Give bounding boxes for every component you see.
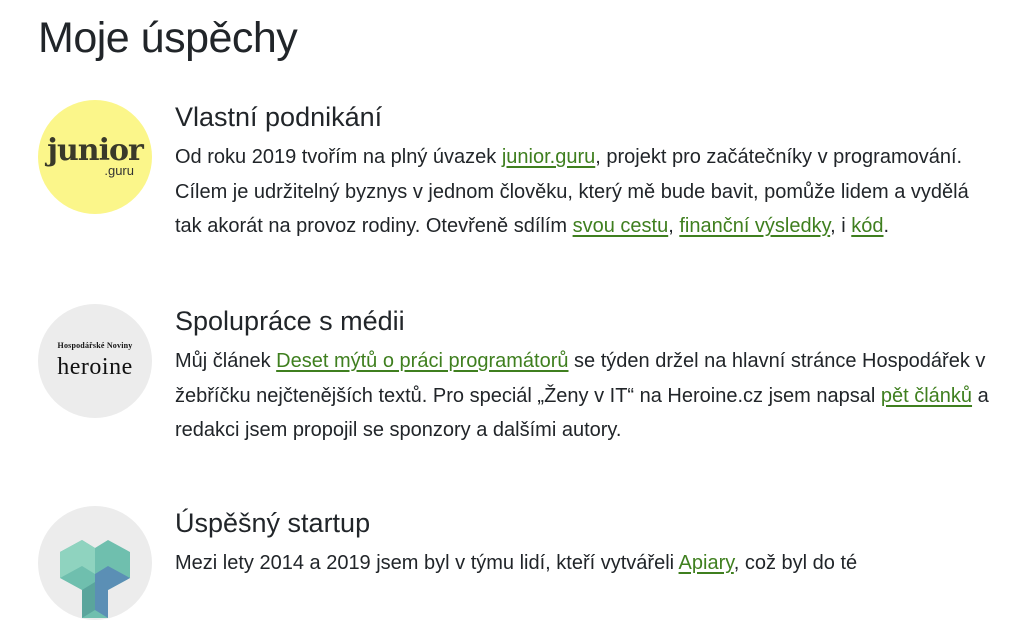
heroine-logo: Hospodářské Noviny heroine bbox=[38, 304, 152, 418]
link-deset-mytu[interactable]: Deset mýtů o práci programátorů bbox=[276, 350, 568, 372]
apiary-cube-icon bbox=[60, 540, 130, 618]
page-title: Moje úspěchy bbox=[38, 14, 298, 62]
link-svou-cestu[interactable]: svou cestu bbox=[573, 215, 669, 237]
section-heading: Vlastní podnikání bbox=[175, 102, 383, 132]
section-text: Mezi lety 2014 a 2019 jsem byl v týmu li… bbox=[175, 546, 995, 581]
junior-guru-logo: junior .guru bbox=[38, 100, 152, 214]
apiary-logo bbox=[38, 506, 152, 620]
link-pet-clanku[interactable]: pět článků bbox=[881, 385, 972, 407]
text: Od roku 2019 tvořím na plný úvazek bbox=[175, 146, 502, 168]
logo-text: .guru bbox=[104, 163, 134, 178]
link-junior-guru[interactable]: junior.guru bbox=[502, 146, 595, 168]
text: , i bbox=[830, 215, 852, 237]
section-heading: Úspěšný startup bbox=[175, 508, 371, 538]
section-heading: Spolupráce s médii bbox=[175, 306, 405, 336]
logo-text: Hospodářské Noviny bbox=[57, 341, 133, 350]
link-apiary[interactable]: Apiary bbox=[679, 552, 734, 574]
logo-text: heroine bbox=[57, 354, 133, 380]
text: . bbox=[883, 215, 890, 237]
text: , což byl do té bbox=[733, 552, 858, 574]
text: Můj článek bbox=[175, 350, 277, 372]
text: , bbox=[668, 215, 680, 237]
text: Mezi lety 2014 a 2019 jsem byl v týmu li… bbox=[175, 552, 679, 574]
logo-text: junior bbox=[47, 133, 144, 168]
link-kod[interactable]: kód bbox=[851, 215, 883, 237]
link-financni-vysledky[interactable]: finanční výsledky bbox=[679, 215, 830, 237]
section-text: Můj článek Deset mýtů o práci programáto… bbox=[175, 344, 995, 448]
section-text: Od roku 2019 tvořím na plný úvazek junio… bbox=[175, 140, 995, 244]
